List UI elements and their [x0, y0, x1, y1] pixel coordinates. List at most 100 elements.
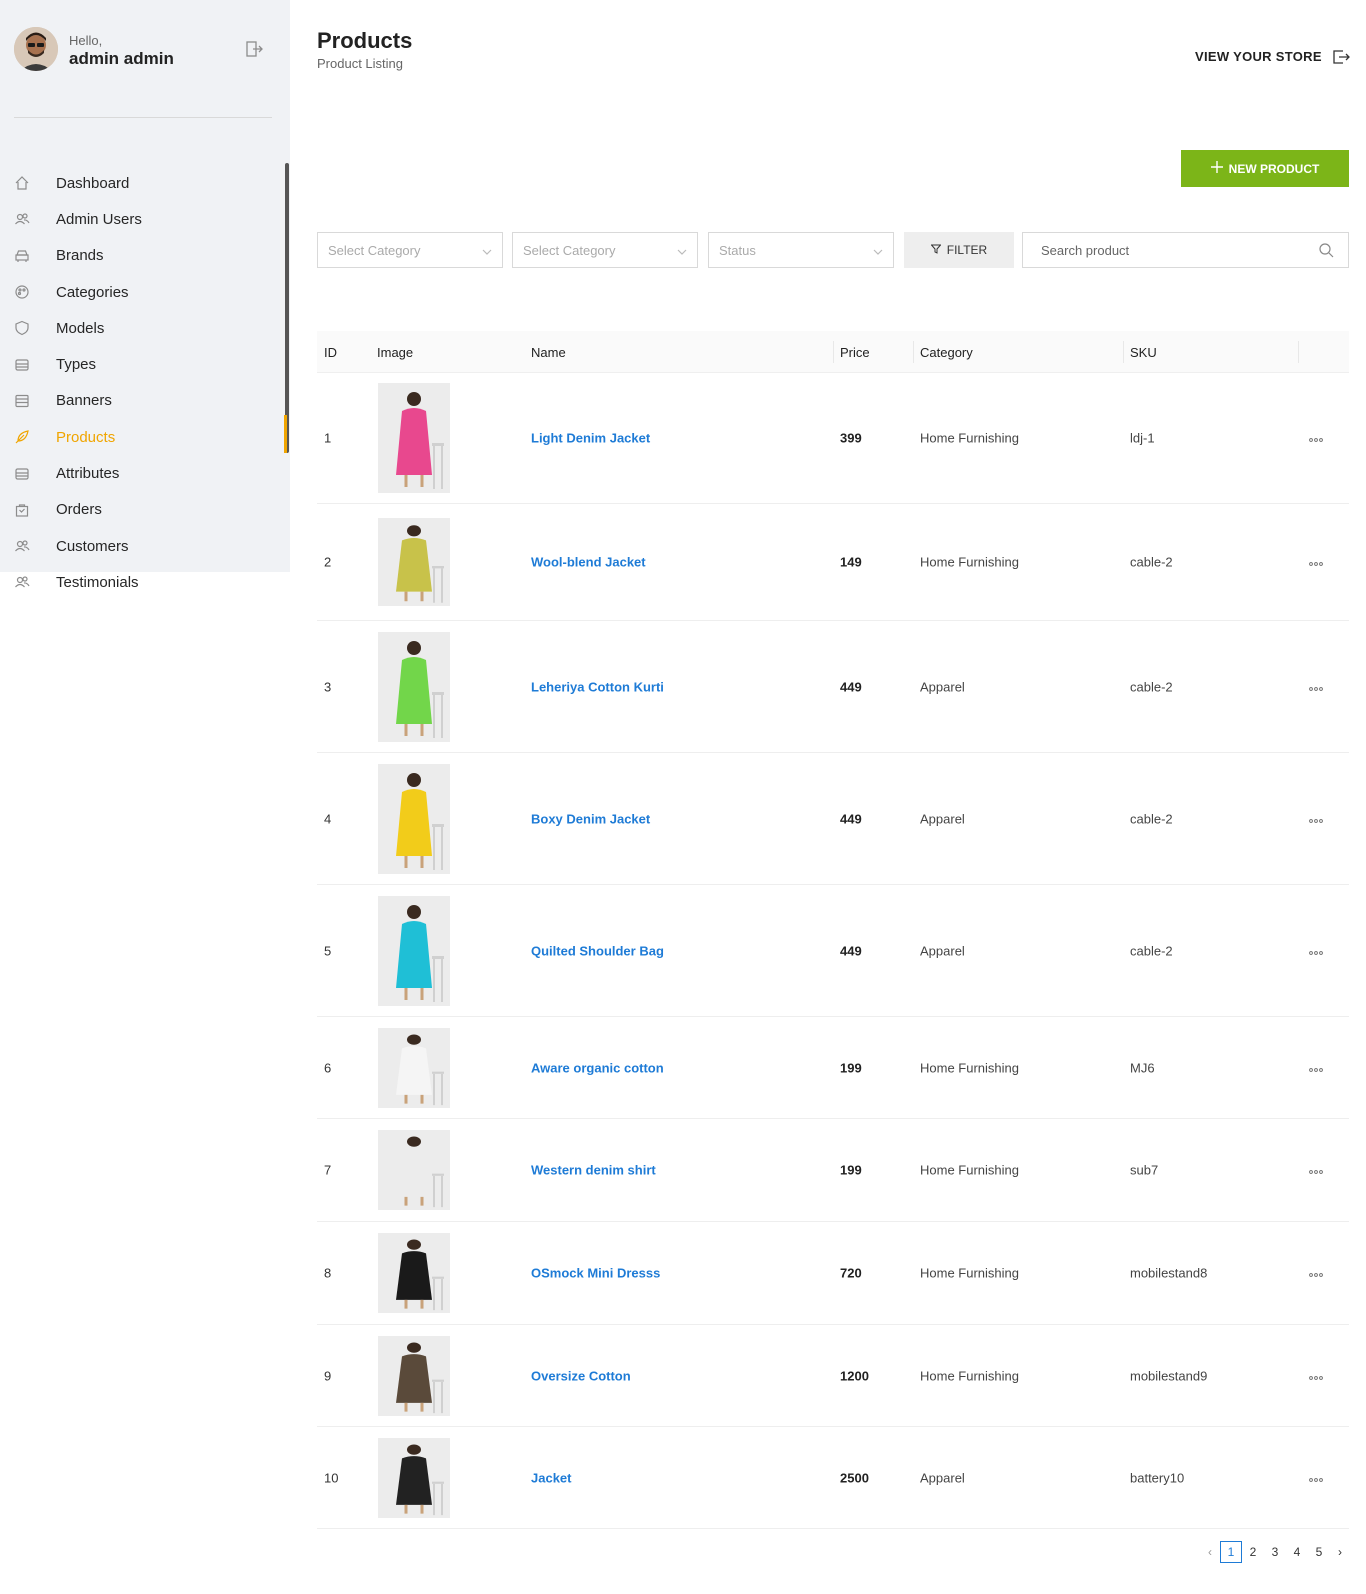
- product-name-link[interactable]: Leheriya Cotton Kurti: [531, 679, 664, 694]
- exit-icon[interactable]: [1331, 47, 1351, 67]
- product-thumbnail[interactable]: [378, 631, 450, 742]
- sidebar-item-attributes[interactable]: Attributes: [0, 455, 290, 491]
- more-options-icon[interactable]: [1307, 1165, 1325, 1175]
- sidebar-item-categories[interactable]: Categories: [0, 274, 290, 310]
- users-icon: [14, 574, 30, 590]
- product-thumbnail[interactable]: [378, 763, 450, 874]
- status-select[interactable]: Status: [708, 232, 894, 268]
- cell-price: 399: [840, 430, 862, 446]
- users-icon: [14, 211, 30, 227]
- more-options-icon[interactable]: [1307, 682, 1325, 692]
- chevron-down-icon: [873, 245, 883, 255]
- table-row[interactable]: 2 Wool-blend Jacket 149 Home Furnishing cabl…: [317, 504, 1349, 621]
- sidebar-item-brands[interactable]: Brands: [0, 238, 290, 274]
- prev-page-button[interactable]: ‹: [1200, 1541, 1220, 1563]
- table-row[interactable]: 1 Light Denim Jacket 399 Home Furnishing ldj…: [317, 373, 1349, 504]
- product-thumbnail[interactable]: [378, 1437, 450, 1518]
- product-name-link[interactable]: Light Denim Jacket: [531, 431, 650, 446]
- chevron-down-icon: [482, 245, 492, 255]
- product-thumbnail[interactable]: [378, 1027, 450, 1108]
- product-name-link[interactable]: Quilted Shoulder Bag: [531, 943, 664, 958]
- table-row[interactable]: 7 Western denim shirt 199 Home Furnishing su…: [317, 1119, 1349, 1222]
- page-4-button[interactable]: 4: [1286, 1541, 1308, 1563]
- product-name-link[interactable]: Western denim shirt: [531, 1163, 656, 1178]
- column-header-id: ID: [324, 345, 337, 360]
- new-product-button[interactable]: NEW PRODUCT: [1181, 150, 1349, 187]
- cell-id: 9: [324, 1368, 332, 1383]
- more-options-icon[interactable]: [1307, 1063, 1325, 1073]
- sidebar-item-admin-users[interactable]: Admin Users: [0, 201, 290, 237]
- cell-sku: cable-2: [1130, 679, 1173, 694]
- cell-price: 199: [840, 1060, 862, 1075]
- page-1-button[interactable]: 1: [1220, 1541, 1242, 1563]
- table-row[interactable]: 10 Jacket 2500 Apparel battery10: [317, 1427, 1349, 1529]
- products-table: ID Image Name Price Category SKU 1 Light …: [317, 331, 1349, 1529]
- column-header-name: Name: [531, 345, 566, 360]
- view-store-link[interactable]: VIEW YOUR STORE: [1195, 49, 1322, 64]
- cell-sku: mobilestand9: [1130, 1368, 1208, 1383]
- profile-block: Hello, admin admin: [14, 27, 274, 77]
- category-select-2[interactable]: Select Category: [512, 232, 698, 268]
- product-name-link[interactable]: Oversize Cotton: [531, 1368, 631, 1383]
- more-options-icon[interactable]: [1307, 1473, 1325, 1483]
- table-row[interactable]: 4 Boxy Denim Jacket 449 Apparel cable-2: [317, 753, 1349, 885]
- product-name-link[interactable]: OSmock Mini Dresss: [531, 1266, 660, 1281]
- column-header-price: Price: [840, 345, 870, 360]
- page-3-button[interactable]: 3: [1264, 1541, 1286, 1563]
- product-name-link[interactable]: Wool-blend Jacket: [531, 555, 646, 570]
- search-input[interactable]: [1023, 233, 1313, 267]
- table-row[interactable]: 8 OSmock Mini Dresss 720 Home Furnishing mob…: [317, 1222, 1349, 1325]
- sidebar-item-types[interactable]: Types: [0, 346, 290, 382]
- product-thumbnail[interactable]: [378, 1130, 450, 1210]
- avatar: [14, 27, 58, 71]
- cell-category: Apparel: [920, 679, 965, 694]
- sidebar-item-orders[interactable]: Orders: [0, 492, 290, 528]
- product-thumbnail[interactable]: [378, 895, 450, 1006]
- page-2-button[interactable]: 2: [1242, 1541, 1264, 1563]
- sidebar-item-label: Brands: [56, 247, 104, 265]
- table-row[interactable]: 3 Leheriya Cotton Kurti 449 Apparel cable-2: [317, 621, 1349, 753]
- more-options-icon[interactable]: [1307, 814, 1325, 824]
- table-row[interactable]: 9 Oversize Cotton 1200 Home Furnishing mobil…: [317, 1325, 1349, 1427]
- filter-button[interactable]: FILTER: [904, 232, 1014, 268]
- product-thumbnail[interactable]: [378, 1233, 450, 1313]
- more-options-icon[interactable]: [1307, 557, 1325, 567]
- more-options-icon[interactable]: [1307, 946, 1325, 956]
- users-icon: [14, 538, 30, 554]
- product-thumbnail[interactable]: [378, 383, 450, 493]
- category-select-1[interactable]: Select Category: [317, 232, 503, 268]
- more-options-icon[interactable]: [1307, 1371, 1325, 1381]
- cell-price: 449: [840, 679, 862, 694]
- product-name-link[interactable]: Jacket: [531, 1470, 571, 1485]
- sidebar-item-label: Types: [56, 356, 97, 374]
- cell-id: 10: [324, 1470, 339, 1485]
- cell-price: 449: [840, 811, 862, 826]
- product-name-link[interactable]: Aware organic cotton: [531, 1060, 664, 1075]
- product-name-link[interactable]: Boxy Denim Jacket: [531, 811, 650, 826]
- product-thumbnail[interactable]: [378, 518, 450, 606]
- search-icon[interactable]: [1319, 243, 1334, 258]
- cell-price: 2500: [840, 1470, 869, 1485]
- cell-sku: MJ6: [1130, 1060, 1155, 1075]
- page-5-button[interactable]: 5: [1308, 1541, 1330, 1563]
- sidebar-item-banners[interactable]: Banners: [0, 383, 290, 419]
- cell-sku: ldj-1: [1130, 430, 1155, 446]
- sidebar-item-products[interactable]: Products: [0, 419, 290, 455]
- car-icon: [14, 248, 30, 264]
- more-options-icon[interactable]: [1307, 1268, 1325, 1278]
- more-options-icon[interactable]: [1307, 433, 1325, 443]
- sidebar-scrollbar[interactable]: [285, 163, 289, 453]
- sidebar-item-label: Dashboard: [56, 174, 130, 192]
- column-header-image: Image: [377, 345, 414, 360]
- sidebar-item-models[interactable]: Models: [0, 310, 290, 346]
- sidebar-item-dashboard[interactable]: Dashboard: [0, 165, 290, 201]
- next-page-button[interactable]: ›: [1330, 1541, 1350, 1563]
- stack-icon: [14, 466, 30, 482]
- sidebar-item-testimonials[interactable]: Testimonials: [0, 564, 290, 600]
- cell-category: Home Furnishing: [920, 554, 1019, 570]
- sidebar-item-customers[interactable]: Customers: [0, 528, 290, 564]
- logout-icon[interactable]: [244, 39, 264, 59]
- table-row[interactable]: 5 Quilted Shoulder Bag 449 Apparel cable-2: [317, 885, 1349, 1017]
- product-thumbnail[interactable]: [378, 1335, 450, 1416]
- table-row[interactable]: 6 Aware organic cotton 199 Home Furnishing M…: [317, 1017, 1349, 1119]
